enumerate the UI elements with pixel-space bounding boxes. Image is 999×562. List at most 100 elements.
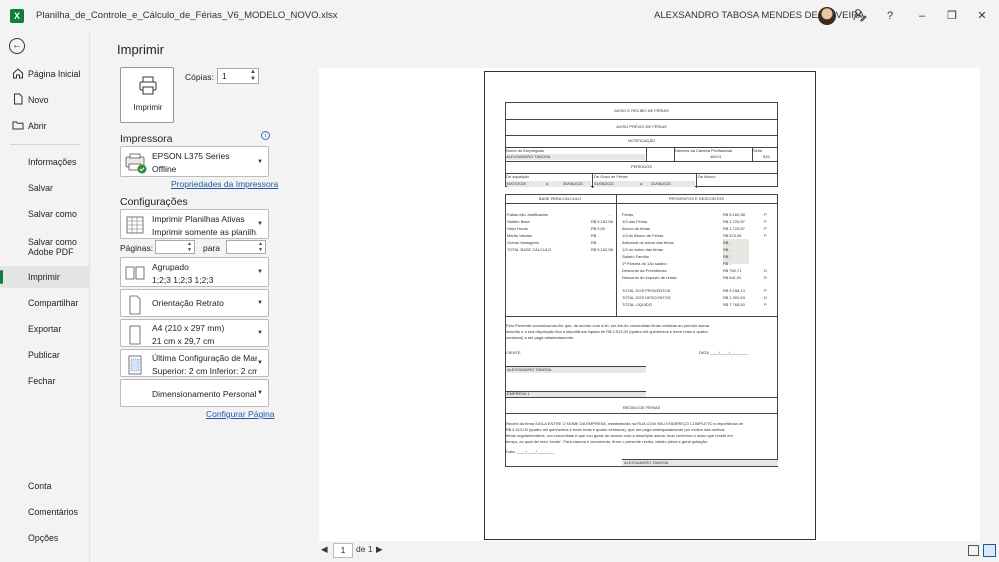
goz-a: a xyxy=(640,181,643,186)
aq-a: a xyxy=(546,181,549,186)
prov-label: Salário Família xyxy=(622,254,649,259)
prev-page-icon[interactable]: ◀ xyxy=(321,544,328,555)
print-button[interactable]: Imprimir xyxy=(120,67,174,123)
total-label: TOTAL DOS PROVENTOS xyxy=(622,288,671,293)
spin-down-icon[interactable]: ▼ xyxy=(258,247,263,253)
copies-input[interactable]: 1 ▲ ▼ xyxy=(217,68,259,84)
zoom-to-page-icon[interactable] xyxy=(983,544,996,557)
media-value: R$ - xyxy=(591,233,599,238)
nav-opcoes[interactable]: Opções xyxy=(0,527,90,549)
prov-value: R$ - xyxy=(723,240,731,245)
paper-sub: 21 cm x 29,7 cm xyxy=(152,336,215,346)
nav-imprimir[interactable]: Imprimir xyxy=(0,266,90,288)
margins-title: Última Configuração de Mar... xyxy=(152,353,257,363)
media-label: Média Valores xyxy=(507,233,533,238)
margins-dropdown[interactable]: Última Configuração de Mar... Superior: … xyxy=(120,349,269,377)
proventos-header: PROVENTOS E DESCONTOS xyxy=(668,196,725,201)
next-page-icon[interactable]: ▶ xyxy=(376,544,383,555)
serie-value: 534 xyxy=(763,154,770,159)
chevron-down-icon: ▼ xyxy=(257,159,263,165)
nav-conta[interactable]: Conta xyxy=(0,475,90,497)
prov-label: Desconto da Previdência xyxy=(622,268,667,273)
prov-flag: D xyxy=(764,275,767,280)
print-what-sub: Imprimir somente as planilh... xyxy=(152,227,257,237)
aq-label: De aquisição xyxy=(506,174,530,179)
nav-salvar-como-pdf[interactable]: Salvar como Adobe PDF xyxy=(0,234,86,260)
total-base-value: R$ 5.162,58 xyxy=(591,247,613,252)
minimize-icon[interactable]: – xyxy=(914,8,930,24)
scaling-dropdown[interactable]: Dimensionamento Personali... ▼ xyxy=(120,379,269,407)
show-margins-icon[interactable] xyxy=(968,545,979,556)
copies-stepper[interactable]: ▲ ▼ xyxy=(250,69,256,83)
pages-label: Páginas: xyxy=(120,243,154,253)
nav-label: Exportar xyxy=(28,324,62,334)
portrait-icon xyxy=(125,295,145,315)
pages-from-stepper[interactable]: ▲ ▼ xyxy=(187,241,192,253)
print-what-title: Imprimir Planilhas Ativas xyxy=(152,214,245,224)
spin-down-icon[interactable]: ▼ xyxy=(187,247,192,253)
copies-label: Cópias: xyxy=(185,72,214,82)
chevron-down-icon: ▼ xyxy=(257,330,263,336)
prov-label: Abono de férias xyxy=(622,226,651,231)
spin-down-icon[interactable]: ▼ xyxy=(250,76,256,82)
pages-to-input[interactable]: ▲ ▼ xyxy=(226,240,266,254)
salario-value: R$ 5.162,58 xyxy=(591,219,613,224)
nav-label: Opções xyxy=(28,533,59,543)
nav-publicar[interactable]: Publicar xyxy=(0,344,90,366)
outras-value: R$ - xyxy=(591,240,599,245)
paper-size-dropdown[interactable]: A4 (210 x 297 mm) 21 cm x 29,7 cm ▼ xyxy=(120,319,269,347)
close-icon[interactable]: ✕ xyxy=(974,8,990,24)
total-value: R$ 1.392,63 xyxy=(723,295,745,300)
nav-salvar-como[interactable]: Salvar como xyxy=(0,203,90,225)
nav-compartilhar[interactable]: Compartilhar xyxy=(0,292,90,314)
help-icon[interactable]: ? xyxy=(882,8,898,24)
info-icon[interactable]: i xyxy=(261,131,270,140)
prov-value: R$ 5.162,58 xyxy=(723,212,745,217)
coauthor-icon[interactable] xyxy=(852,8,868,24)
chevron-down-icon: ▼ xyxy=(257,390,263,396)
nav-salvar[interactable]: Salvar xyxy=(0,177,90,199)
collate-dropdown[interactable]: Agrupado 1;2;3 1;2;3 1;2;3 ▼ xyxy=(120,257,269,287)
printer-properties-link[interactable]: Propriedades da Impressora xyxy=(171,179,278,189)
nav-pagina-inicial[interactable]: Página Inicial xyxy=(0,63,90,85)
margins-sub: Superior: 2 cm Inferior: 2 cm... xyxy=(152,366,257,376)
current-page-input[interactable]: 1 xyxy=(333,543,353,558)
new-document-icon xyxy=(12,93,24,106)
nav-label: Conta xyxy=(28,481,52,491)
nav-label: Publicar xyxy=(28,350,60,360)
prov-flag: P xyxy=(764,226,767,231)
prov-value: R$ 750,71 xyxy=(723,268,742,273)
print-what-dropdown[interactable]: Imprimir Planilhas Ativas Imprimir somen… xyxy=(120,209,269,239)
prov-flag: P xyxy=(764,219,767,224)
nav-divider xyxy=(10,144,80,145)
prov-value: R$ - xyxy=(723,254,731,259)
avatar[interactable] xyxy=(818,7,836,25)
home-icon xyxy=(12,67,24,80)
maximize-icon[interactable]: ❐ xyxy=(944,8,960,24)
nav-informacoes[interactable]: Informações xyxy=(0,151,90,173)
nav-label: Novo xyxy=(28,95,49,105)
nav-comentarios[interactable]: Comentários xyxy=(0,501,90,523)
pages-from-input[interactable]: ▲ ▼ xyxy=(155,240,195,254)
printer-dropdown[interactable]: EPSON L375 Series Offline ▼ xyxy=(120,146,269,177)
prov-value: R$ 573,96 xyxy=(723,233,742,238)
title-bar: X Planilha_de_Controle_e_Cálculo_de_Féri… xyxy=(0,0,999,32)
nav-novo[interactable]: Novo xyxy=(0,89,90,111)
nav-abrir[interactable]: Abrir xyxy=(0,115,90,137)
aq-to: 30/06/2021 xyxy=(563,181,584,186)
nav-exportar[interactable]: Exportar xyxy=(0,318,90,340)
spin-up-icon[interactable]: ▲ xyxy=(250,69,256,75)
copies-value: 1 xyxy=(222,71,227,81)
ciente-label: CIENTE xyxy=(506,350,521,355)
back-arrow-icon[interactable]: ← xyxy=(9,38,25,54)
folder-icon xyxy=(12,119,24,132)
nav-label: Imprimir xyxy=(28,272,60,282)
faltas-value: - xyxy=(609,212,611,217)
notice-table xyxy=(505,102,778,188)
page-setup-link[interactable]: Configurar Página xyxy=(206,409,275,419)
pages-to-stepper[interactable]: ▲ ▼ xyxy=(258,241,263,253)
orientation-dropdown[interactable]: Orientação Retrato ▼ xyxy=(120,289,269,317)
paper-icon xyxy=(125,325,145,345)
nav-fechar[interactable]: Fechar xyxy=(0,370,90,392)
nav-label: Abrir xyxy=(28,121,47,131)
